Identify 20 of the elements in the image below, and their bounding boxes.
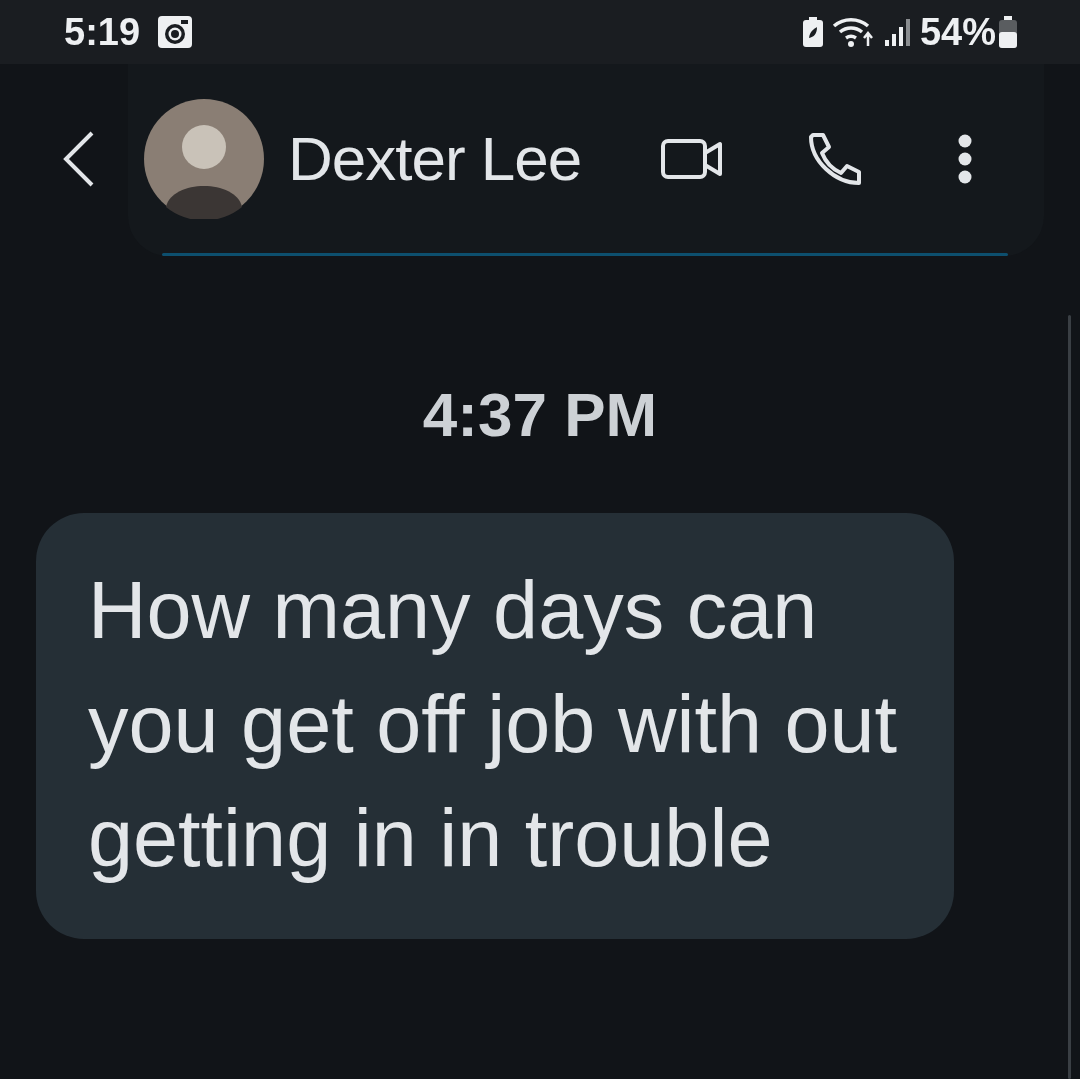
- avatar[interactable]: [144, 98, 264, 219]
- wifi-icon: [831, 16, 876, 48]
- video-call-button[interactable]: [661, 138, 724, 179]
- message-bubble[interactable]: How many days can you get off job with out getting in in trouble: [36, 513, 954, 939]
- scrollbar[interactable]: [1068, 315, 1071, 1079]
- video-call-icon: [661, 138, 724, 179]
- back-button[interactable]: [62, 129, 96, 188]
- camera-notification-icon: [156, 14, 195, 50]
- more-options-button[interactable]: [957, 133, 974, 184]
- more-icon: [957, 133, 974, 184]
- battery-percent: 54%: [919, 9, 996, 55]
- status-time: 5:19: [64, 9, 141, 55]
- phone-call-button[interactable]: [807, 130, 864, 187]
- signal-icon: [883, 16, 912, 48]
- contact-name[interactable]: Dexter Lee: [288, 112, 582, 205]
- message-timestamp: 4:37 PM: [422, 379, 658, 451]
- battery-icon: [998, 15, 1018, 49]
- back-icon: [62, 129, 96, 188]
- phone-icon: [807, 130, 864, 187]
- battery-saver-icon: [801, 16, 824, 48]
